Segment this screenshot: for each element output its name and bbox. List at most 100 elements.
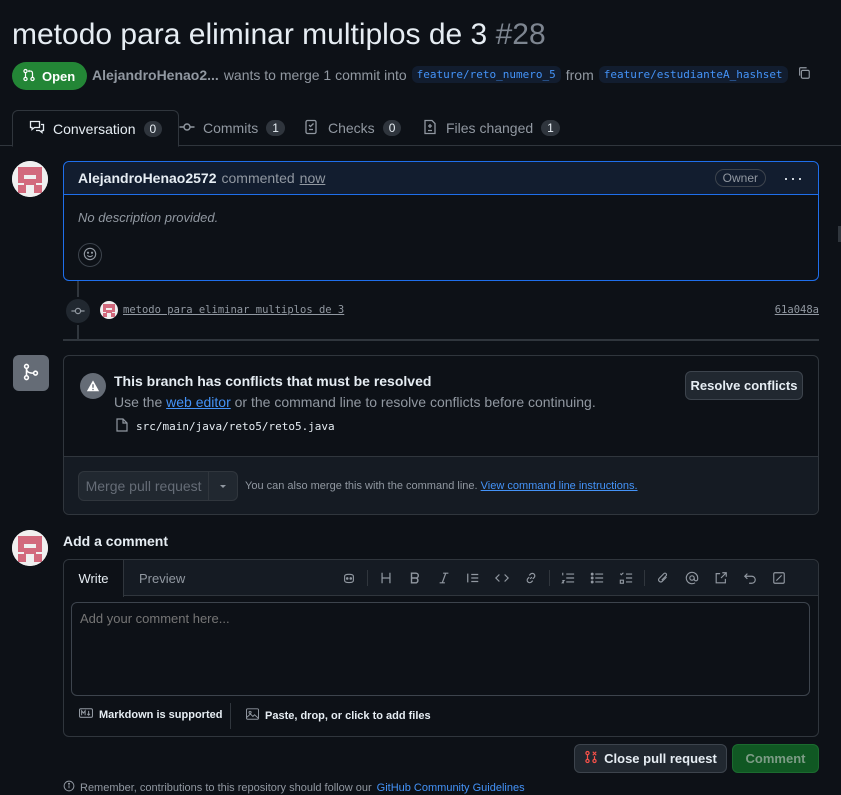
conflict-file-row: src/main/java/reto5/reto5.java [116, 418, 335, 435]
cli-instructions-link[interactable]: View command line instructions. [481, 480, 638, 492]
pr-author-link[interactable]: AlejandroHenao2... [92, 67, 219, 83]
commit-sha-link[interactable]: 61a048a [775, 304, 819, 316]
conflict-description: Use the web editor or the command line t… [114, 394, 596, 410]
base-branch[interactable]: feature/reto_numero_5 [411, 66, 561, 83]
comment-discussion-icon [29, 119, 45, 138]
markdown-note[interactable]: Markdown is supported [79, 708, 222, 721]
comment-submit-button[interactable]: Comment [732, 744, 819, 773]
owner-badge: Owner [714, 169, 767, 187]
bold-icon[interactable] [404, 567, 426, 589]
guidelines-pre-text: Remember, contributions to this reposito… [80, 781, 372, 794]
kebab-menu-icon[interactable]: ··· [783, 168, 804, 189]
current-user-avatar[interactable] [12, 530, 48, 566]
pr-title-text: metodo para eliminar multiplos de 3 [12, 18, 488, 51]
git-pull-request-closed-icon [584, 750, 598, 767]
quote-icon[interactable] [462, 567, 484, 589]
markdown-icon [79, 708, 94, 721]
tab-checks[interactable]: Checks 0 [288, 110, 417, 146]
pr-number: #28 [495, 18, 546, 51]
merge-status-icon-box [13, 355, 49, 391]
close-pull-request-button[interactable]: Close pull request [574, 744, 727, 773]
community-guidelines-link[interactable]: GitHub Community Guidelines [377, 782, 525, 794]
triangle-down-icon [218, 478, 228, 494]
comment-time[interactable]: now [300, 170, 326, 186]
toolbar-divider [644, 570, 645, 586]
info-icon [63, 780, 75, 795]
merge-box: This branch has conflicts that must be r… [63, 355, 819, 515]
git-merge-icon [22, 363, 40, 384]
add-reaction-button[interactable] [78, 243, 102, 267]
task-list-icon[interactable] [615, 567, 637, 589]
alert-icon [80, 373, 106, 399]
comment-action: commented [221, 170, 295, 186]
bulleted-list-icon[interactable] [586, 567, 608, 589]
pr-state-badge: Open [12, 62, 88, 90]
tab-conversation[interactable]: Conversation 0 [12, 110, 180, 147]
comment-textarea[interactable] [71, 602, 810, 696]
tab-checks-label: Checks [328, 120, 375, 136]
pr-title: metodo para eliminar multiplos de 3 #28 [12, 18, 546, 52]
fullscreen-icon[interactable] [768, 567, 790, 589]
merge-options-dropdown[interactable] [209, 472, 237, 500]
avatar[interactable] [12, 161, 48, 197]
tab-conversation-label: Conversation [53, 120, 136, 137]
commit-author-avatar[interactable] [100, 301, 118, 319]
conflict-post-text: or the command line to resolve conflicts… [234, 394, 596, 410]
tab-files-changed[interactable]: Files changed 1 [406, 110, 576, 146]
image-icon [246, 708, 260, 723]
community-guidelines-note: Remember, contributions to this reposito… [63, 780, 525, 795]
pr-merge-text: wants to merge 1 commit into [223, 66, 407, 83]
conflict-pre-text: Use the [114, 394, 163, 410]
web-editor-link[interactable]: web editor [166, 394, 231, 410]
timeline-commit-badge [63, 297, 93, 325]
pr-state-label: Open [42, 68, 76, 84]
cross-reference-icon[interactable] [710, 567, 732, 589]
pr-tabs: Conversation 0 Commits 1 Checks 0 Files … [0, 110, 841, 147]
timeline-divider [63, 339, 819, 341]
footer-divider [230, 703, 231, 729]
attach-files-note[interactable]: Paste, drop, or click to add files [246, 708, 431, 723]
undo-icon[interactable] [739, 567, 761, 589]
merge-pull-request-button[interactable]: Merge pull request [79, 472, 210, 500]
heading-icon[interactable] [375, 567, 397, 589]
code-icon[interactable] [491, 567, 513, 589]
attach-files-text: Paste, drop, or click to add files [265, 709, 431, 722]
conflict-title: This branch has conflicts that must be r… [114, 373, 432, 389]
tab-commits-count: 1 [266, 120, 285, 136]
cli-note: You can also merge this with the command… [245, 480, 638, 492]
resolve-conflicts-button[interactable]: Resolve conflicts [685, 371, 803, 400]
editor-header: Write Preview [64, 560, 818, 597]
tab-commits[interactable]: Commits 1 [163, 110, 301, 146]
head-branch[interactable]: feature/estudianteA_hashset [598, 66, 788, 83]
tab-files-changed-count: 1 [541, 120, 560, 136]
git-commit-icon [179, 119, 195, 138]
smiley-icon [83, 247, 97, 264]
merge-footer: Merge pull request You can also merge th… [64, 456, 818, 514]
tab-commits-label: Commits [203, 120, 259, 136]
pr-from-text: from [565, 66, 594, 83]
pr-meta: AlejandroHenao2... wants to merge 1 comm… [92, 66, 811, 83]
pr-description-comment: AlejandroHenao2572 commented now Owner ·… [63, 161, 819, 281]
markdown-note-text: Markdown is supported [99, 708, 223, 721]
italic-icon[interactable] [433, 567, 455, 589]
comment-author[interactable]: AlejandroHenao2572 [78, 170, 217, 186]
comment-header: AlejandroHenao2572 commented now Owner ·… [64, 162, 818, 195]
copy-icon[interactable] [797, 66, 811, 83]
add-comment-heading: Add a comment [63, 533, 169, 549]
merge-button-group: Merge pull request [78, 471, 238, 501]
link-icon[interactable] [520, 567, 542, 589]
file-diff-icon [422, 119, 438, 138]
copilot-icon[interactable] [338, 567, 360, 589]
tab-checks-count: 0 [382, 120, 402, 136]
comment-editor: Write Preview Markdown is supported [63, 559, 819, 737]
conflict-file-path: src/main/java/reto5/reto5.java [136, 420, 335, 433]
mention-icon[interactable] [681, 567, 703, 589]
commit-message-link[interactable]: metodo para eliminar multiplos de 3 [123, 304, 344, 316]
git-commit-icon [66, 299, 90, 323]
paperclip-icon[interactable] [652, 567, 674, 589]
checklist-icon [304, 119, 320, 138]
tab-write[interactable]: Write [64, 560, 124, 597]
numbered-list-icon[interactable] [557, 567, 579, 589]
tab-conversation-count: 0 [143, 120, 163, 137]
tab-preview[interactable]: Preview [139, 560, 185, 596]
